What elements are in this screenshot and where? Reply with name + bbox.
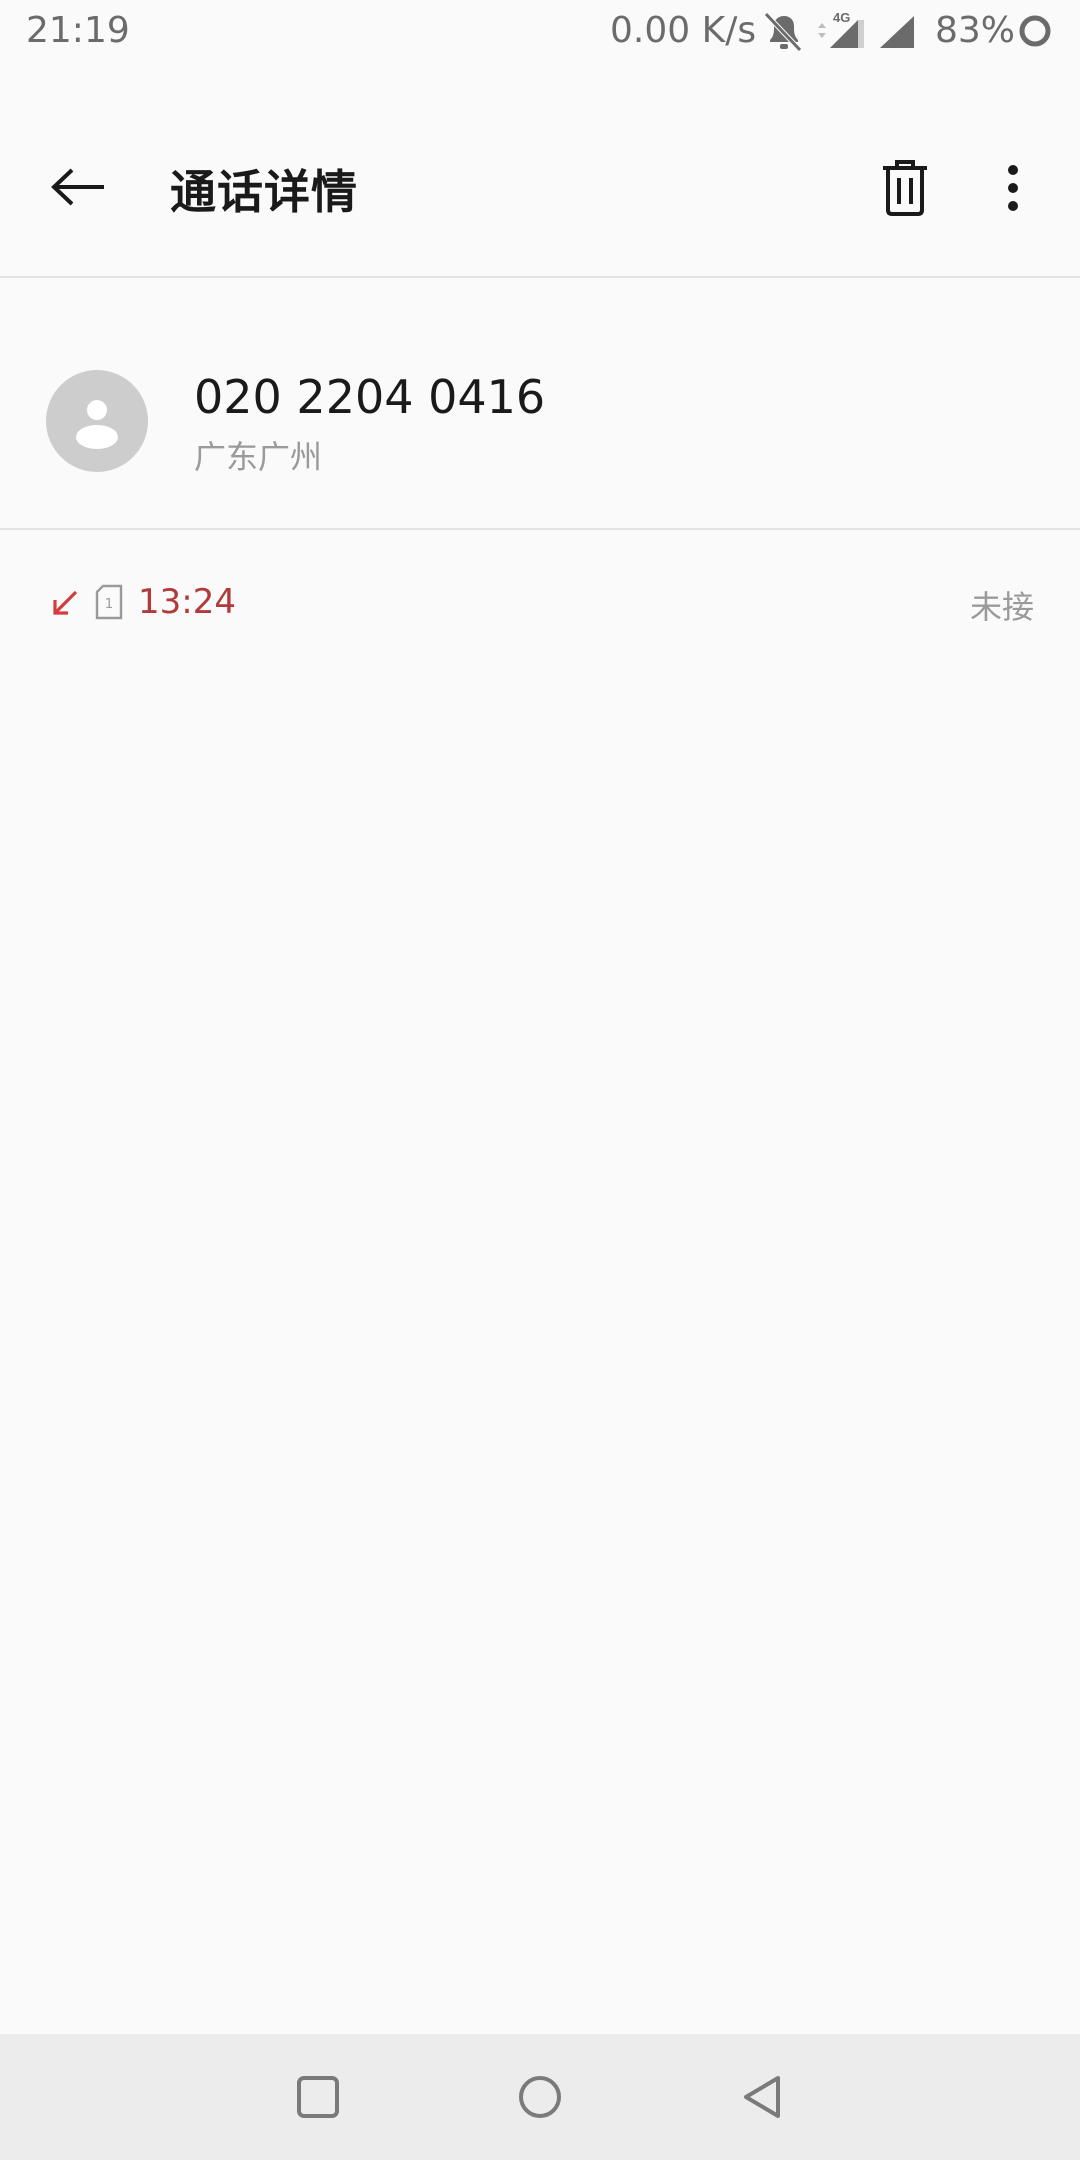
trash-icon	[883, 160, 927, 216]
status-icons: 4G	[764, 10, 914, 52]
battery-ring-icon	[1019, 15, 1051, 47]
signal-icon	[880, 16, 914, 48]
home-icon	[519, 2076, 561, 2118]
recents-icon	[297, 2076, 339, 2118]
battery-percent: 83%	[935, 10, 1016, 51]
contact-number[interactable]: 020 2204 0416	[194, 370, 545, 424]
recents-button[interactable]	[283, 2062, 353, 2132]
bell-off-icon	[764, 12, 802, 52]
back-icon	[744, 2076, 780, 2118]
avatar[interactable]	[46, 370, 148, 472]
page-title: 通话详情	[170, 165, 358, 219]
call-time: 13:24	[138, 582, 236, 622]
status-bar: 21:19 0.00 K/s 4G 83%	[0, 0, 1080, 64]
signal-4g-icon: 4G	[818, 10, 864, 48]
person-icon	[76, 400, 118, 449]
contact-location: 广东广州	[194, 438, 323, 476]
status-time: 21:19	[26, 10, 130, 51]
call-status: 未接	[969, 588, 1034, 626]
nav-back-button[interactable]	[727, 2062, 797, 2132]
missed-call-icon	[53, 590, 78, 615]
network-type: 4G	[833, 10, 850, 25]
sim-slot: 1	[105, 597, 113, 612]
network-speed: 0.00 K/s	[610, 10, 757, 51]
home-button[interactable]	[505, 2062, 575, 2132]
sim-card-icon: 1	[95, 584, 123, 620]
more-options-button[interactable]	[985, 148, 1041, 228]
more-vert-icon	[1008, 165, 1018, 211]
back-button[interactable]	[44, 152, 114, 222]
navigation-bar	[0, 2034, 1080, 2160]
delete-button[interactable]	[870, 148, 940, 228]
app-bar: 通话详情	[0, 64, 1080, 278]
contact-header[interactable]: 020 2204 0416 广东广州	[0, 278, 1080, 530]
call-record-row[interactable]: 1 13:24 未接	[0, 570, 1080, 640]
arrow-left-icon	[51, 168, 104, 206]
